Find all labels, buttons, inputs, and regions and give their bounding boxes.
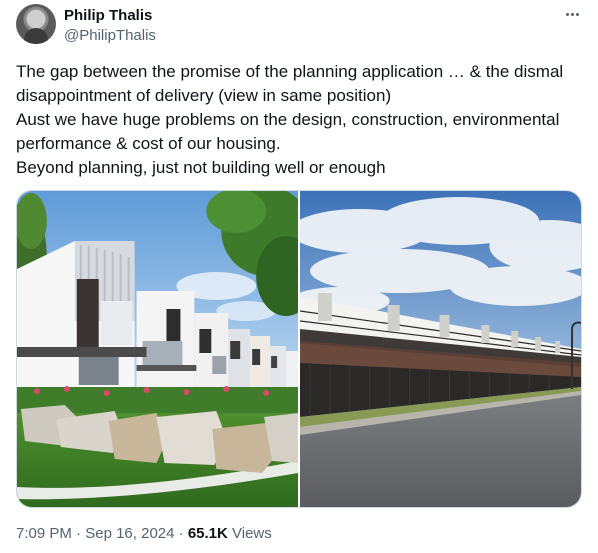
tweet-text-line: disappointment of delivery (view in same… (16, 86, 392, 105)
tweet-text-line: The gap between the promise of the plann… (16, 62, 564, 81)
post-date[interactable]: Sep 16, 2024 (85, 525, 174, 542)
tweet-text: The gap between the promise of the plann… (16, 60, 586, 180)
planning-render-photo[interactable] (17, 191, 298, 507)
tweet-meta: 7:09 PM · Sep 16, 2024 · 65.1K Views (16, 524, 272, 544)
tweet-text-line: performance & cost of our housing. (16, 134, 281, 153)
tweet-text-line: Beyond planning, just not building well … (16, 158, 386, 177)
post-time[interactable]: 7:09 PM (16, 525, 72, 542)
author-handle[interactable]: @PhilipThalis (64, 26, 156, 46)
delivered-townhouses-image (300, 191, 581, 507)
meta-separator: · (174, 525, 188, 542)
meta-separator: · (71, 525, 86, 542)
more-horizontal-icon (565, 12, 569, 16)
more-options-button[interactable] (560, 4, 584, 24)
tweet-header: Philip Thalis @PhilipThalis (16, 4, 584, 50)
tweet: Philip Thalis @PhilipThalis The gap betw… (0, 0, 598, 553)
planning-render-image (17, 191, 298, 507)
tweet-text-line: Aust we have huge problems on the design… (16, 110, 560, 129)
delivered-townhouses-photo[interactable] (300, 191, 581, 507)
media-grid (16, 190, 582, 508)
views-label: Views (227, 525, 272, 542)
author-name[interactable]: Philip Thalis (64, 6, 152, 26)
avatar[interactable] (16, 4, 56, 44)
views-count[interactable]: 65.1K (188, 525, 228, 542)
